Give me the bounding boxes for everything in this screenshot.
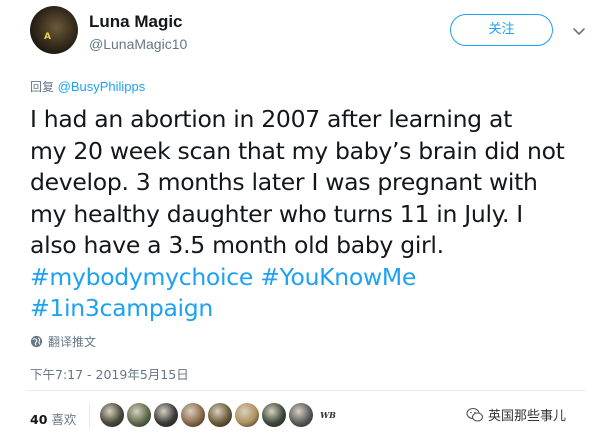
liker-avatar[interactable]: [235, 403, 259, 427]
divider: [89, 404, 90, 428]
follow-button[interactable]: 关注: [450, 14, 553, 46]
reply-prefix: 回复: [30, 80, 55, 94]
liker-avatars: WB: [100, 403, 340, 427]
watermark-label: 英国那些事儿: [488, 409, 567, 424]
hashtag-link[interactable]: #YouKnowMe: [260, 263, 416, 291]
globe-icon: [30, 335, 43, 348]
tweet-text-line: I had an abortion in 2007 after learning…: [30, 105, 512, 133]
reply-context: 回复 @BusyPhilipps: [30, 78, 145, 95]
likes-count-number: 40: [30, 412, 48, 427]
hashtag-line: #1in3campaign: [30, 293, 600, 325]
translate-label: 翻译推文: [48, 335, 97, 349]
reply-mention-link[interactable]: @BusyPhilipps: [58, 79, 146, 94]
chevron-down-icon[interactable]: [572, 24, 586, 38]
liker-avatar[interactable]: [208, 403, 232, 427]
tweet-text-line: also have a 3.5 month old baby girl.: [30, 231, 444, 259]
tweet-text-line: my healthy daughter who turns 11 in July…: [30, 199, 523, 228]
watermark: 英国那些事儿: [466, 405, 566, 424]
tweet-text-line: my 20 week scan that my baby’s brain did…: [30, 136, 565, 165]
author-handle[interactable]: @LunaMagic10: [89, 36, 187, 52]
liker-avatar[interactable]: [127, 403, 151, 427]
tweet-timestamp[interactable]: 下午7:17 - 2019年5月15日: [30, 364, 189, 383]
author-display-name[interactable]: Luna Magic: [89, 12, 183, 32]
hashtag-link[interactable]: #mybodymychoice: [30, 263, 253, 291]
liker-avatar[interactable]: [262, 403, 286, 427]
wechat-icon: [466, 407, 484, 422]
liker-avatar[interactable]: [289, 403, 313, 427]
avatar[interactable]: A: [30, 6, 78, 54]
translate-tweet-button[interactable]: 翻译推文: [30, 333, 96, 350]
likes-count[interactable]: 40 喜欢: [30, 409, 76, 428]
hashtag-link[interactable]: #1in3campaign: [30, 294, 213, 322]
tweet-text: I had an abortion in 2007 after learning…: [30, 104, 600, 325]
likes-label: 喜欢: [51, 412, 77, 427]
tweet-card: A Luna Magic @LunaMagic10 关注 回复 @BusyPhi…: [0, 0, 607, 440]
divider: [26, 390, 586, 391]
liker-avatar[interactable]: WB: [316, 403, 340, 427]
liker-avatar[interactable]: [181, 403, 205, 427]
liker-avatar-label: WB: [320, 410, 336, 420]
hashtag-line: #mybodymychoice #YouKnowMe: [30, 262, 600, 294]
avatar-logo-mark: A: [44, 32, 51, 42]
tweet-text-line: develop. 3 months later I was pregnant w…: [30, 168, 538, 196]
liker-avatar[interactable]: [100, 403, 124, 427]
liker-avatar[interactable]: [154, 403, 178, 427]
